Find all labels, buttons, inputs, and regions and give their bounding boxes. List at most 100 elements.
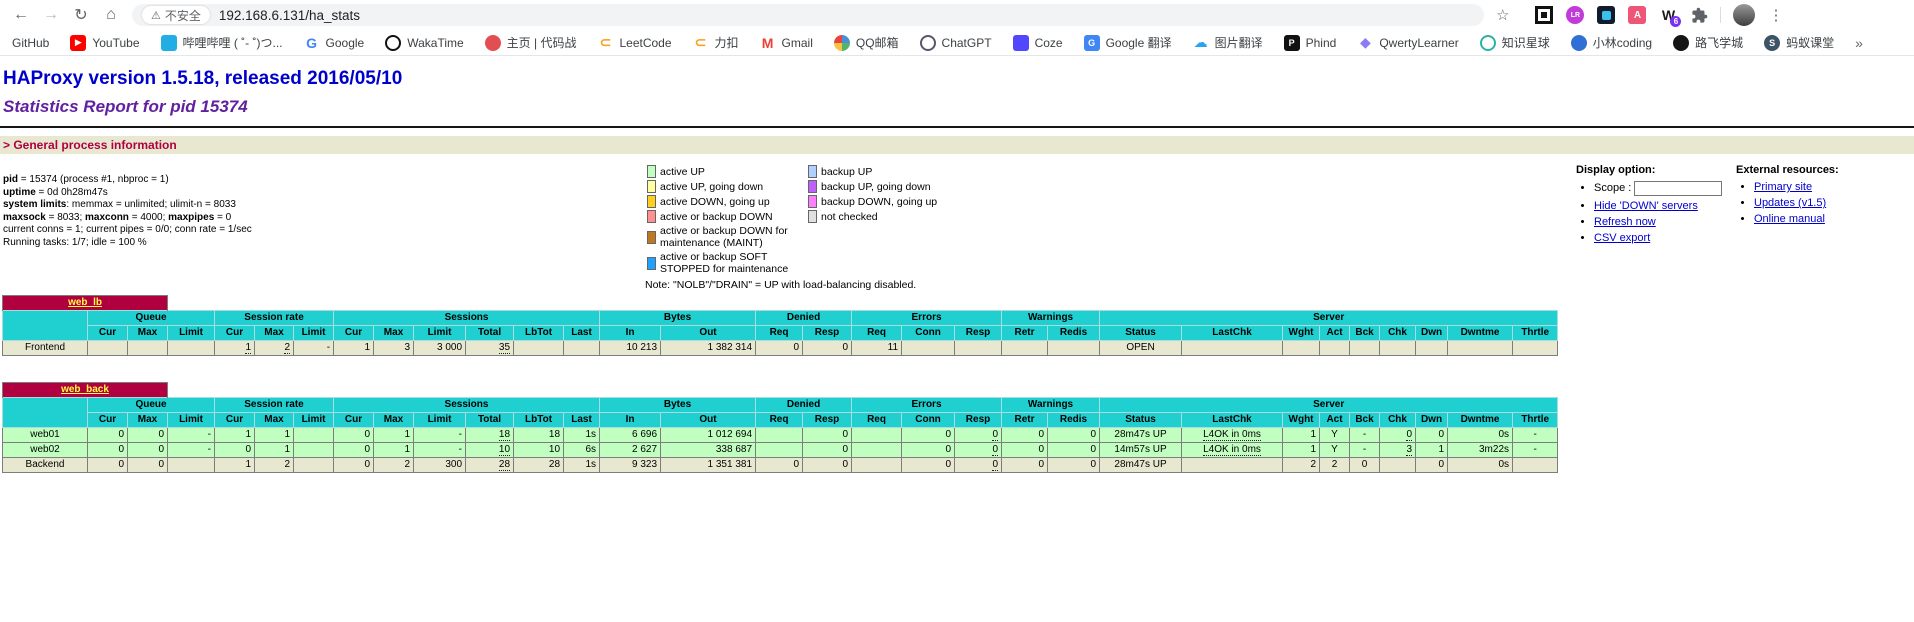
immersive-translate-extension-icon[interactable] — [1597, 6, 1615, 24]
bookmark-item[interactable]: ▶YouTube — [70, 35, 139, 51]
bookmark-item[interactable]: PPhind — [1284, 35, 1337, 51]
address-bar[interactable]: ⚠ 不安全 192.168.6.131/ha_stats — [132, 4, 1484, 26]
external-resource-link[interactable]: Primary site — [1754, 181, 1812, 193]
bookmark-item[interactable]: ⊂力扣 — [693, 34, 739, 51]
legend-label: backup UP, going down — [819, 179, 967, 194]
bookmark-favicon — [1571, 35, 1587, 51]
w-detector-extension-icon[interactable]: W6 — [1659, 6, 1677, 24]
translate-extension-icon[interactable]: A — [1628, 6, 1646, 24]
bookmark-item[interactable]: ⊂LeetCode — [597, 35, 671, 51]
legend-label: active or backup DOWN for maintenance (M… — [658, 224, 806, 250]
bookmark-item[interactable]: Coze — [1013, 35, 1063, 51]
column-header: Req — [852, 413, 902, 428]
stat-cell: 0 — [1048, 428, 1100, 443]
column-header: Req — [756, 326, 803, 341]
lr-extension-icon[interactable]: LR — [1566, 6, 1584, 24]
bookmark-item[interactable]: MGmail — [760, 35, 813, 51]
bookmark-item[interactable]: ◆QwertyLearner — [1357, 35, 1458, 51]
back-button[interactable]: ← — [8, 3, 34, 27]
table-row-Frontend: Frontend12-133 0003510 2131 382 3140011O… — [3, 341, 1558, 356]
stat-cell: 28 — [514, 458, 564, 473]
column-group-header: Session rate — [215, 311, 334, 326]
external-resource-link[interactable]: Updates (v1.5) — [1754, 197, 1826, 209]
bookmark-item[interactable]: GitHub — [12, 36, 49, 50]
extensions-puzzle-icon[interactable] — [1690, 6, 1708, 24]
stat-cell: 2 — [374, 458, 414, 473]
legend-label: backup UP — [819, 164, 967, 179]
bookmark-item[interactable]: 哔哩哔哩 ( ˚- ˚)つ... — [161, 34, 283, 51]
bookmark-favicon: ⊂ — [597, 35, 613, 51]
display-option-panel: Display option: Scope : Hide 'DOWN' serv… — [1576, 164, 1736, 248]
stat-cell: 0 — [334, 443, 374, 458]
bookmark-item[interactable]: GGoogle 翻译 — [1084, 34, 1172, 51]
reload-icon: ↻ — [74, 5, 87, 25]
display-option-link[interactable]: Refresh now — [1594, 216, 1656, 228]
column-header: Total — [466, 326, 514, 341]
bookmark-item[interactable]: ☁图片翻译 — [1193, 34, 1263, 51]
bookmark-item[interactable]: S蚂蚁课堂 — [1764, 34, 1834, 51]
forward-button[interactable]: → — [38, 3, 64, 27]
stat-cell: 1 — [1283, 443, 1320, 458]
stat-cell: - — [168, 428, 215, 443]
column-header: Bck — [1350, 326, 1380, 341]
column-group-header: Bytes — [600, 311, 756, 326]
bookmark-item[interactable]: ChatGPT — [920, 35, 992, 51]
stat-cell: 2 — [1283, 458, 1320, 473]
column-header: Redis — [1048, 413, 1100, 428]
stat-cell: 3 — [1380, 443, 1416, 458]
column-header: Max — [255, 326, 294, 341]
column-header: Cur — [88, 413, 128, 428]
bookmark-item[interactable]: WakaTime — [385, 35, 463, 51]
bookmark-item[interactable]: GGoogle — [304, 35, 365, 51]
reload-button[interactable]: ↻ — [68, 3, 94, 27]
stat-cell: 338 687 — [661, 443, 756, 458]
bookmarks-overflow-chevron[interactable]: » — [1855, 35, 1863, 51]
status-legend: active UPbackup UPactive UP, going downb… — [645, 164, 1075, 291]
stat-cell — [564, 341, 600, 356]
profile-avatar[interactable] — [1733, 4, 1755, 26]
column-header: Conn — [902, 326, 955, 341]
stat-cell — [1416, 341, 1448, 356]
scope-input[interactable] — [1634, 181, 1722, 196]
stat-cell — [955, 341, 1002, 356]
home-button[interactable]: ⌂ — [98, 3, 124, 27]
column-group-header: Sessions — [334, 311, 600, 326]
external-resource-link[interactable]: Online manual — [1754, 213, 1825, 225]
bookmark-favicon: S — [1764, 35, 1780, 51]
haproxy-version-link[interactable]: HAProxy version 1.5.18, released 2016/05… — [3, 68, 402, 90]
display-option-link[interactable]: CSV export — [1594, 232, 1650, 244]
column-group-header: Errors — [852, 311, 1002, 326]
legend-label: active DOWN, going up — [658, 194, 806, 209]
stat-cell: 2 — [255, 341, 294, 356]
bookmark-label: 哔哩哔哩 ( ˚- ˚)つ... — [183, 34, 283, 51]
screenshot-extension-icon[interactable] — [1535, 6, 1553, 24]
column-header: Conn — [902, 413, 955, 428]
browser-menu-icon[interactable]: ⋮ — [1768, 6, 1907, 24]
stat-cell: 1 — [1283, 428, 1320, 443]
bookmark-item[interactable]: QQ邮箱 — [834, 34, 899, 51]
table-title-link[interactable]: web_lb — [68, 297, 102, 308]
bookmark-item[interactable]: 主页 | 代码战 — [485, 34, 577, 51]
site-security-chip[interactable]: ⚠ 不安全 — [142, 6, 210, 24]
bookmark-label: ChatGPT — [942, 36, 992, 50]
bookmark-item[interactable]: 小林coding — [1571, 34, 1652, 51]
stat-cell — [1448, 341, 1513, 356]
stat-cell: 0 — [1002, 428, 1048, 443]
column-header: Status — [1100, 326, 1182, 341]
stat-cell: 28m47s UP — [1100, 458, 1182, 473]
table-title-link[interactable]: web_back — [61, 384, 109, 395]
process-info-line: Running tasks: 1/7; idle = 100 % — [3, 237, 645, 250]
legend-swatch — [808, 210, 817, 223]
display-option-link[interactable]: Hide 'DOWN' servers — [1594, 200, 1698, 212]
stat-cell — [756, 428, 803, 443]
bookmark-item[interactable]: 路飞学城 — [1673, 34, 1743, 51]
bookmark-star-icon[interactable]: ☆ — [1496, 6, 1509, 24]
bookmark-item[interactable]: 知识星球 — [1480, 34, 1550, 51]
column-group-header: Server — [1100, 398, 1558, 413]
stat-cell: 0 — [88, 443, 128, 458]
column-header: Cur — [215, 326, 255, 341]
stat-cell: - — [1350, 428, 1380, 443]
stat-cell — [294, 458, 334, 473]
legend-row: active UPbackup UP — [645, 164, 967, 179]
column-header: LastChk — [1182, 326, 1283, 341]
